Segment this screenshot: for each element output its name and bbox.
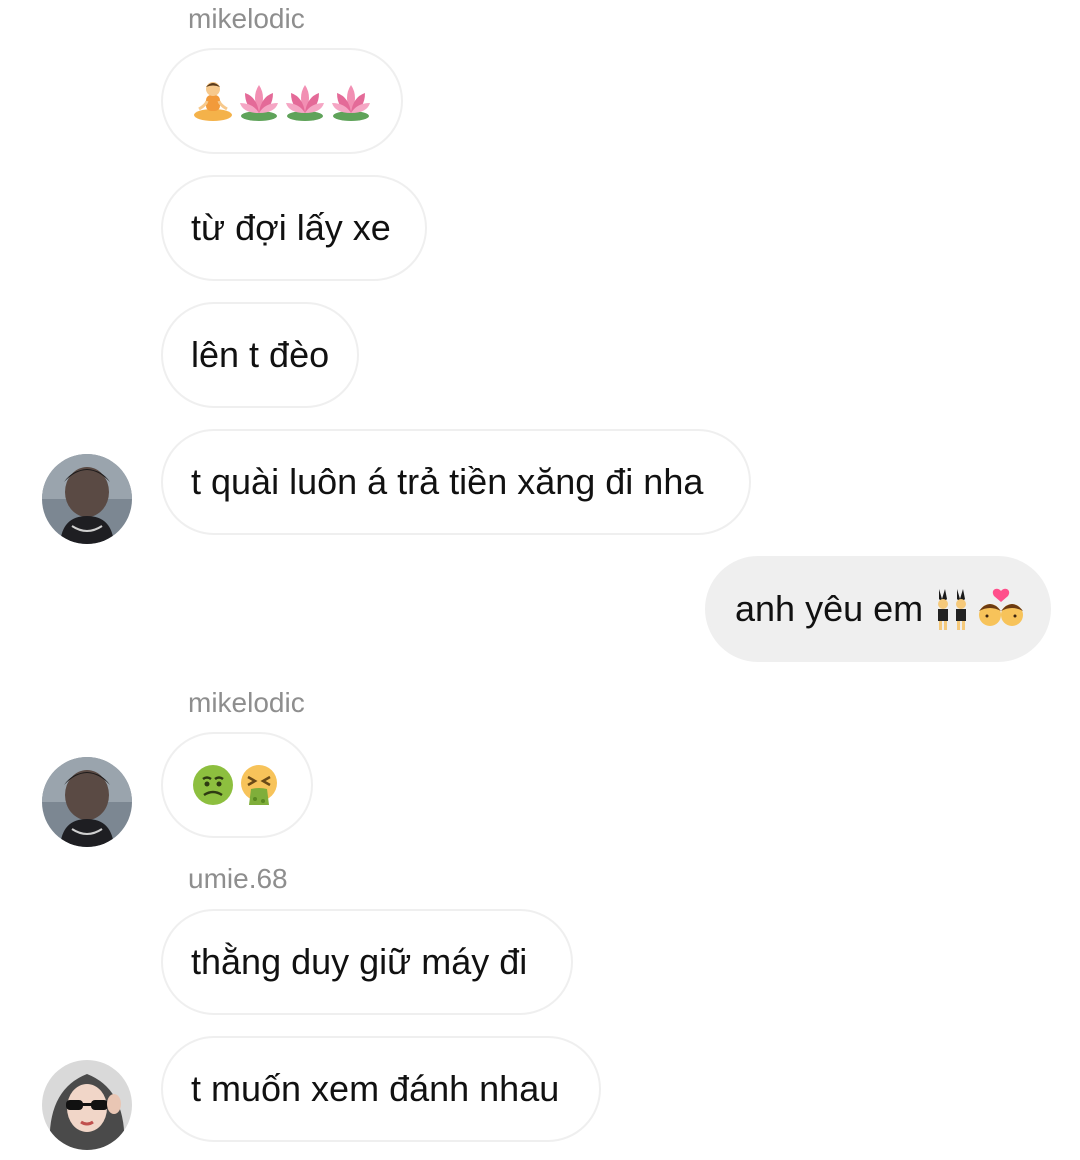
lotus-icon bbox=[332, 85, 370, 121]
mikelodic-avatar-icon bbox=[42, 757, 132, 847]
message-text: t quài luôn á trả tiền xăng đi nha bbox=[191, 461, 704, 502]
avatar[interactable] bbox=[42, 757, 132, 847]
emoji-row bbox=[933, 587, 1025, 631]
message-text: từ đợi lấy xe bbox=[191, 207, 391, 248]
avatar[interactable] bbox=[42, 1060, 132, 1150]
sender-name: mikelodic bbox=[188, 3, 305, 34]
message-text: lên t đèo bbox=[191, 334, 330, 375]
lotus-icon bbox=[286, 85, 324, 121]
sender-name: umie.68 bbox=[188, 863, 288, 894]
message-bubble[interactable] bbox=[161, 48, 403, 154]
message-text: thằng duy giữ máy đi bbox=[191, 941, 528, 982]
message-text: anh yêu em bbox=[735, 588, 924, 629]
sender-name: mikelodic bbox=[188, 687, 305, 718]
nauseated-face-icon bbox=[193, 765, 233, 805]
emoji-row bbox=[191, 79, 373, 123]
person-in-lotus-position-icon bbox=[194, 82, 232, 121]
kiss-icon bbox=[979, 588, 1024, 626]
message-bubble[interactable]: thằng duy giữ máy đi bbox=[161, 909, 573, 1015]
outgoing-message-bubble[interactable]: anh yêu em bbox=[705, 556, 1051, 662]
mikelodic-avatar-icon bbox=[42, 454, 132, 544]
message-bubble[interactable]: t quài luôn á trả tiền xăng đi nha bbox=[161, 429, 751, 535]
people-with-bunny-ears-icon bbox=[938, 589, 967, 630]
message-bubble[interactable]: từ đợi lấy xe bbox=[161, 175, 427, 281]
vomiting-face-icon bbox=[241, 765, 277, 805]
emoji-row bbox=[191, 763, 281, 807]
message-bubble[interactable]: t muốn xem đánh nhau bbox=[161, 1036, 601, 1142]
message-bubble[interactable]: lên t đèo bbox=[161, 302, 359, 408]
avatar[interactable] bbox=[42, 454, 132, 544]
umie-avatar-icon bbox=[42, 1060, 132, 1150]
message-bubble[interactable] bbox=[161, 732, 313, 838]
lotus-icon bbox=[240, 85, 278, 121]
message-text: t muốn xem đánh nhau bbox=[191, 1068, 560, 1109]
